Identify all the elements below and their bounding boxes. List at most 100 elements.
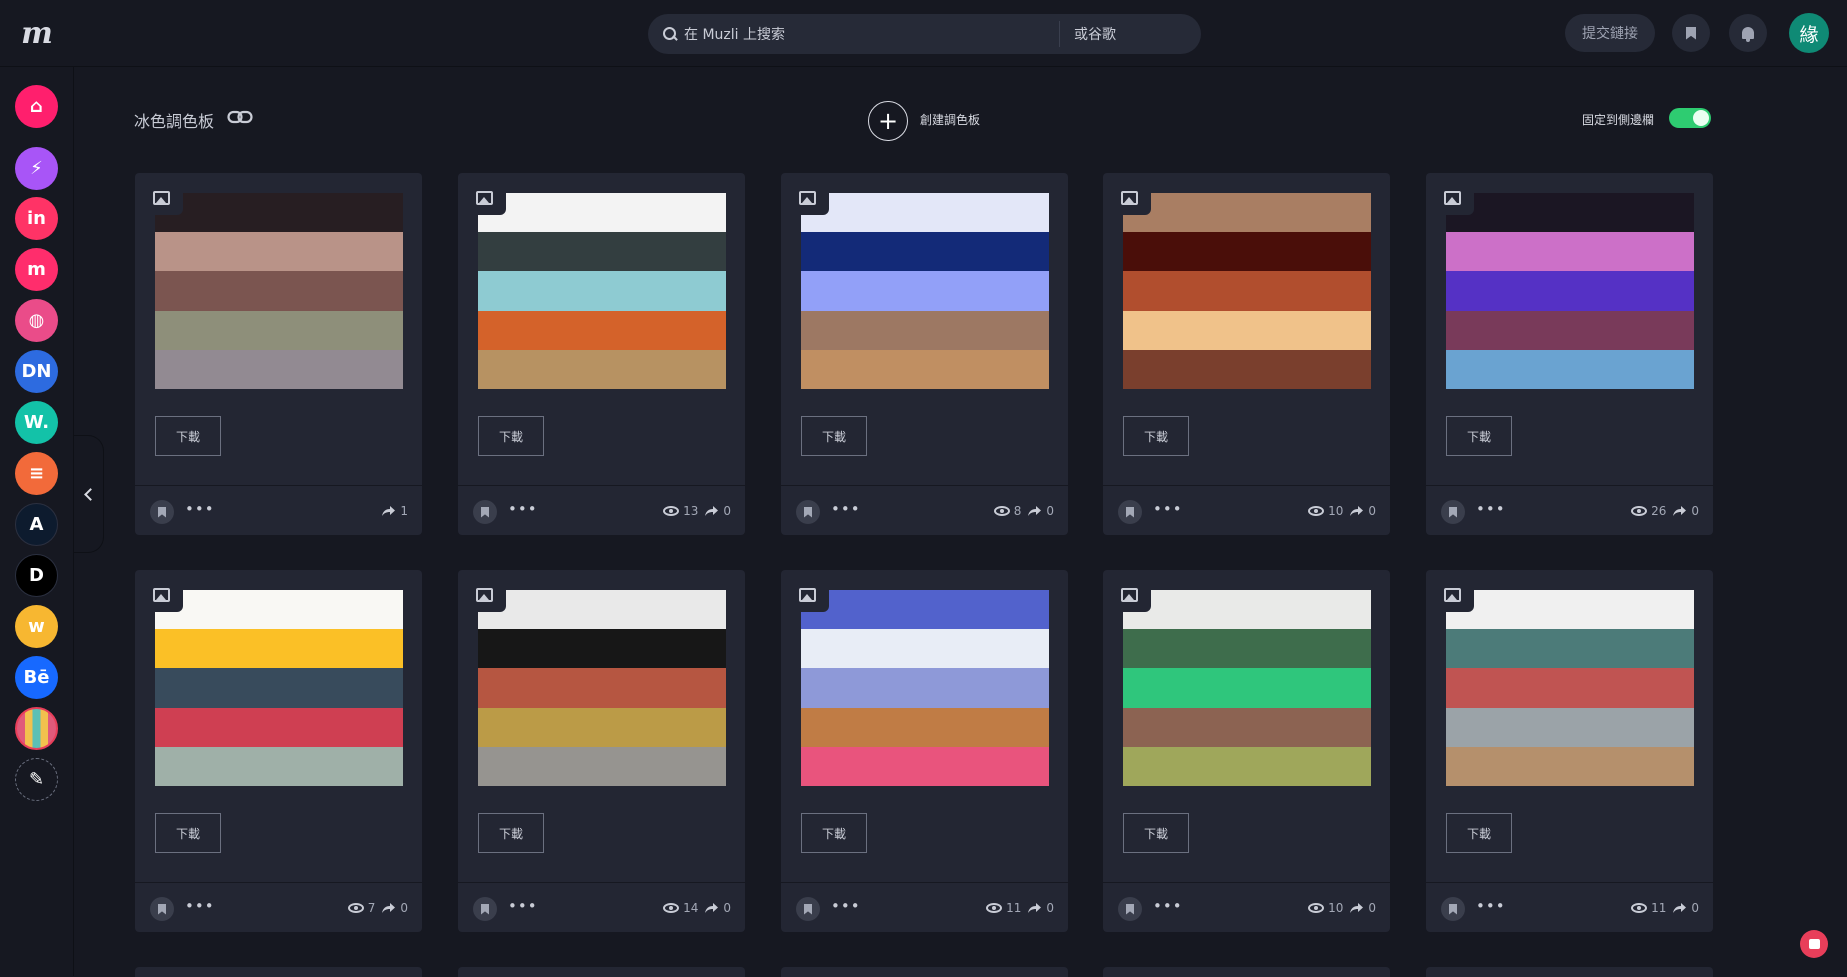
sidebar-item-affinity[interactable]: A (15, 503, 58, 546)
shares-stat[interactable]: 0 (1027, 901, 1054, 915)
image-badge[interactable] (470, 582, 506, 612)
color-stripe[interactable] (1446, 271, 1694, 311)
more-options-button[interactable]: ••• (508, 899, 538, 914)
download-button[interactable]: 下載 (478, 416, 544, 456)
palette-card[interactable]: 下載 ••• 10 0 (1103, 173, 1390, 535)
save-palette-button[interactable] (150, 500, 174, 524)
color-stripe[interactable] (155, 310, 403, 350)
color-stripe[interactable] (1446, 629, 1694, 669)
palette-swatch[interactable] (1123, 590, 1371, 786)
palette-card[interactable]: 下載 ••• 1 (135, 173, 422, 535)
shares-stat[interactable]: 0 (1672, 901, 1699, 915)
shares-stat[interactable]: 0 (1027, 504, 1054, 518)
download-button[interactable]: 下載 (1446, 813, 1512, 853)
palette-card[interactable]: 下載 ••• 14 0 (458, 570, 745, 932)
palette-swatch[interactable] (1446, 590, 1694, 786)
save-palette-button[interactable] (1441, 500, 1465, 524)
more-options-button[interactable]: ••• (831, 502, 861, 517)
color-stripe[interactable] (1446, 232, 1694, 272)
shares-stat[interactable]: 0 (381, 901, 408, 915)
palette-swatch[interactable] (801, 193, 1049, 389)
palette-swatch[interactable] (478, 590, 726, 786)
color-stripe[interactable] (1123, 271, 1371, 311)
bookmarks-button[interactable] (1672, 14, 1710, 52)
download-button[interactable]: 下載 (155, 813, 221, 853)
palette-swatch[interactable] (1123, 193, 1371, 389)
color-stripe[interactable] (801, 590, 1049, 630)
create-palette-label[interactable]: 創建調色板 (920, 111, 980, 128)
color-stripe[interactable] (155, 349, 403, 389)
download-button[interactable]: 下載 (155, 416, 221, 456)
color-stripe[interactable] (801, 310, 1049, 350)
more-options-button[interactable]: ••• (831, 899, 861, 914)
image-badge[interactable] (1438, 582, 1474, 612)
color-stripe[interactable] (155, 271, 403, 311)
save-palette-button[interactable] (473, 897, 497, 921)
sidebar-item-palettes[interactable] (15, 707, 58, 750)
sidebar-item-sitepoint[interactable]: ≡ (15, 452, 58, 495)
color-stripe[interactable] (801, 271, 1049, 311)
sidebar-item-webdesigner[interactable]: W. (15, 401, 58, 444)
sidebar-item-edit[interactable]: ✎ (15, 758, 58, 801)
color-stripe[interactable] (801, 193, 1049, 233)
more-options-button[interactable]: ••• (1476, 899, 1506, 914)
palette-swatch[interactable] (155, 590, 403, 786)
color-stripe[interactable] (1123, 310, 1371, 350)
image-badge[interactable] (147, 582, 183, 612)
color-stripe[interactable] (1123, 707, 1371, 747)
color-stripe[interactable] (478, 349, 726, 389)
google-search-option[interactable]: 或谷歌 (1074, 24, 1116, 44)
color-stripe[interactable] (155, 668, 403, 708)
color-stripe[interactable] (1123, 232, 1371, 272)
submit-link-button[interactable]: 提交鏈接 (1565, 14, 1655, 52)
more-options-button[interactable]: ••• (185, 899, 215, 914)
more-options-button[interactable]: ••• (1153, 502, 1183, 517)
download-button[interactable]: 下載 (1123, 416, 1189, 456)
color-stripe[interactable] (155, 193, 403, 233)
search-bar[interactable]: 在 Muzli 上搜索 或谷歌 (648, 14, 1201, 54)
download-button[interactable]: 下載 (478, 813, 544, 853)
collapse-sidebar-button[interactable] (74, 435, 104, 553)
color-stripe[interactable] (1123, 193, 1371, 233)
download-button[interactable]: 下載 (1123, 813, 1189, 853)
save-palette-button[interactable] (150, 897, 174, 921)
sidebar-item-designer-news[interactable]: DN (15, 350, 58, 393)
palette-card[interactable]: 下載 ••• 11 0 (1426, 570, 1713, 932)
shares-stat[interactable]: 0 (1672, 504, 1699, 518)
color-stripe[interactable] (1446, 707, 1694, 747)
color-stripe[interactable] (1123, 629, 1371, 669)
color-stripe[interactable] (155, 746, 403, 786)
sidebar-item-invision[interactable]: in (15, 197, 58, 240)
sidebar-item-bolt[interactable]: ⚡ (15, 147, 58, 190)
palette-card[interactable]: 下載 ••• 13 0 (458, 173, 745, 535)
color-stripe[interactable] (1446, 349, 1694, 389)
image-badge[interactable] (1438, 185, 1474, 215)
create-palette-button[interactable]: + (868, 101, 908, 141)
color-stripe[interactable] (478, 590, 726, 630)
color-stripe[interactable] (1446, 668, 1694, 708)
image-badge[interactable] (793, 185, 829, 215)
image-badge[interactable] (1115, 582, 1151, 612)
shares-stat[interactable]: 0 (1349, 901, 1376, 915)
palette-swatch[interactable] (478, 193, 726, 389)
download-button[interactable]: 下載 (1446, 416, 1512, 456)
color-stripe[interactable] (478, 232, 726, 272)
color-stripe[interactable] (478, 310, 726, 350)
color-stripe[interactable] (478, 707, 726, 747)
more-options-button[interactable]: ••• (185, 502, 215, 517)
palette-swatch[interactable] (801, 590, 1049, 786)
image-badge[interactable] (147, 185, 183, 215)
color-stripe[interactable] (155, 629, 403, 669)
color-stripe[interactable] (801, 746, 1049, 786)
color-stripe[interactable] (1446, 746, 1694, 786)
sidebar-item-dev[interactable]: D (15, 554, 58, 597)
color-stripe[interactable] (801, 707, 1049, 747)
palette-swatch[interactable] (1446, 193, 1694, 389)
color-stripe[interactable] (478, 629, 726, 669)
color-stripe[interactable] (1446, 193, 1694, 233)
color-stripe[interactable] (801, 349, 1049, 389)
download-button[interactable]: 下載 (801, 813, 867, 853)
palette-swatch[interactable] (155, 193, 403, 389)
image-badge[interactable] (1115, 185, 1151, 215)
shares-stat[interactable]: 0 (704, 901, 731, 915)
